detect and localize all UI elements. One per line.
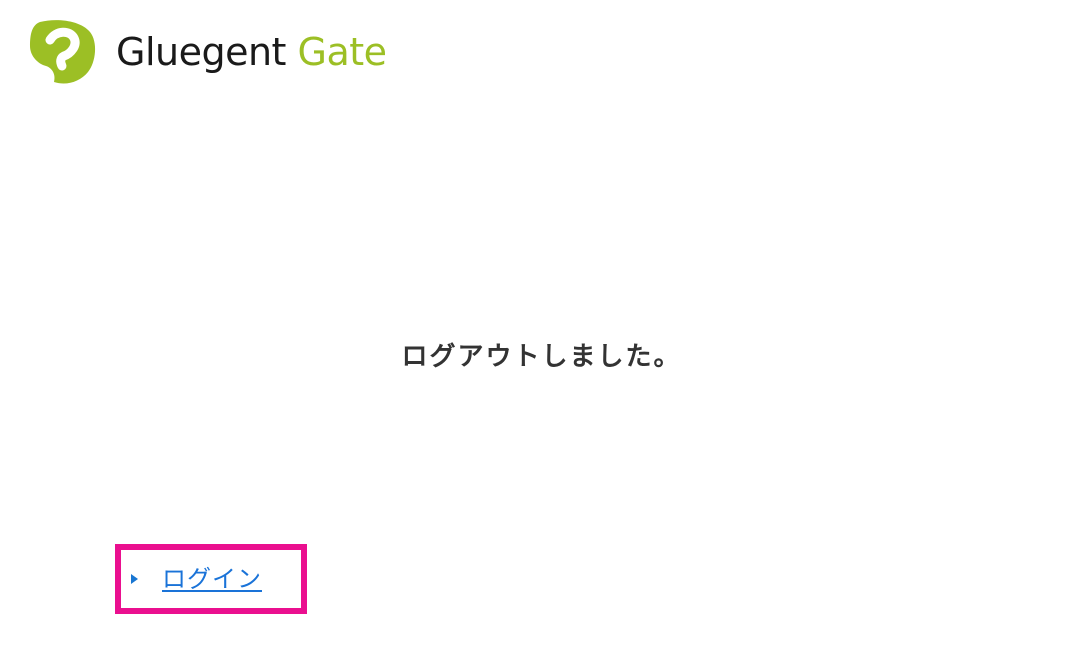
gluegent-logo-icon [30,20,96,84]
logout-page: Gluegent Gate ログアウトしました。 ログイン [0,0,1083,649]
header: Gluegent Gate [26,16,387,88]
logout-message: ログアウトしました。 [401,342,682,372]
brand-name-part1: Gluegent [116,30,286,74]
brand-name-part2: Gate [285,30,388,74]
brand-name: Gluegent Gate [116,33,387,71]
login-link[interactable]: ログイン [162,559,262,594]
login-link-row: ログイン [131,559,262,594]
triangle-right-icon [131,573,138,584]
